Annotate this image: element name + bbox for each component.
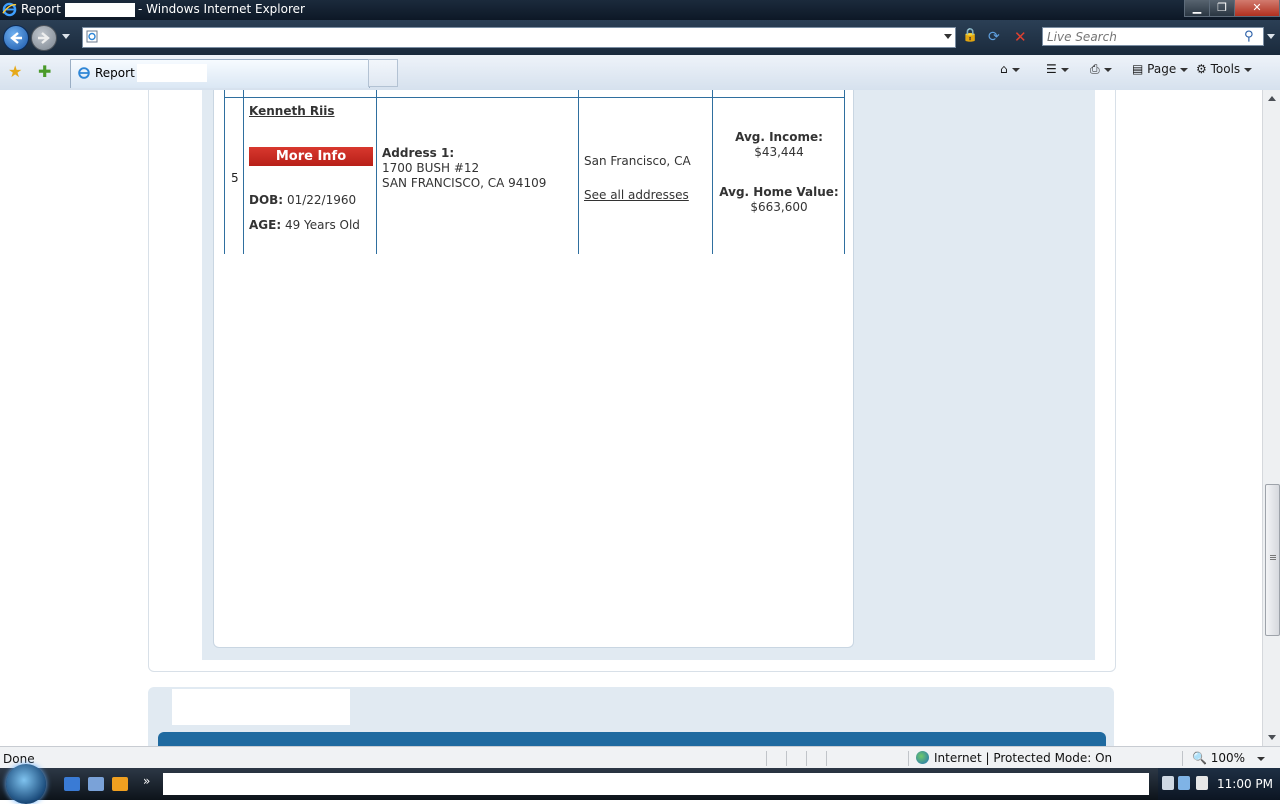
status-divider	[786, 751, 787, 766]
window-title-suffix: - Windows Internet Explorer	[138, 2, 305, 16]
recent-pages-dropdown[interactable]	[62, 34, 70, 39]
avg-income-value: $43,444	[754, 145, 804, 159]
address-line-2: SAN FRANCISCO, CA 94109	[382, 176, 547, 190]
avg-income-label: Avg. Income:	[735, 130, 823, 144]
back-arrow-icon	[10, 32, 22, 44]
network-icon[interactable]	[1178, 776, 1190, 790]
row-number: 5	[231, 171, 239, 185]
status-divider	[806, 751, 807, 766]
window-title-prefix: Report -	[21, 2, 69, 16]
ie-tab-icon	[78, 67, 90, 79]
search-input[interactable]	[1042, 27, 1264, 46]
status-divider	[766, 751, 767, 766]
print-icon[interactable]: ⎙	[1090, 62, 1112, 77]
search-icon[interactable]: ⚲	[1244, 29, 1254, 44]
start-button[interactable]	[6, 764, 46, 804]
page-menu-label: Page	[1147, 62, 1177, 76]
age-label: AGE:	[249, 218, 282, 232]
table-column-divider	[376, 90, 377, 254]
tab-report[interactable]: Report -	[70, 59, 370, 88]
table-column-divider	[578, 90, 579, 254]
new-tab-button[interactable]	[368, 59, 398, 87]
person-name-link[interactable]: Kenneth Riis	[249, 104, 335, 118]
tools-menu[interactable]: ⚙ Tools	[1196, 62, 1253, 76]
switch-windows-icon[interactable]	[88, 777, 104, 791]
title-bar: Report - - Windows Internet Explorer ▁ ❐…	[0, 0, 1280, 20]
gear-icon: ⚙	[1196, 62, 1207, 76]
scroll-down-arrow-icon[interactable]	[1268, 735, 1276, 740]
page-icon	[86, 30, 98, 43]
table-column-divider	[712, 90, 713, 254]
add-favorites-icon[interactable]: ✚	[38, 62, 51, 81]
refresh-icon[interactable]: ⟳	[988, 29, 1000, 45]
age-value: 49 Years Old	[284, 218, 360, 232]
footer-header-bar	[158, 732, 1106, 746]
vertical-scrollbar[interactable]	[1262, 90, 1280, 746]
zoom-control[interactable]: 🔍 100%	[1192, 751, 1266, 765]
tools-menu-label: Tools	[1210, 62, 1241, 76]
magnifier-icon: 🔍	[1192, 751, 1207, 765]
tray-device-icon[interactable]	[1162, 776, 1174, 790]
taskbar-buttons-redacted	[163, 773, 1149, 795]
stop-icon[interactable]: ✕	[1014, 28, 1027, 46]
dob-label: DOB:	[249, 193, 284, 207]
favorites-star-icon[interactable]: ★	[8, 62, 22, 81]
avg-home-value: $663,600	[750, 200, 808, 214]
scroll-up-arrow-icon[interactable]	[1268, 96, 1276, 101]
zoom-level: 100%	[1210, 751, 1246, 765]
security-zone[interactable]: Internet | Protected Mode: On	[916, 751, 1112, 765]
status-divider	[908, 751, 909, 766]
close-button[interactable]: ✕	[1234, 0, 1280, 17]
address-line-1: 1700 BUSH #12	[382, 161, 480, 175]
home-icon[interactable]: ⌂	[1000, 62, 1020, 76]
ie-logo-icon	[2, 2, 17, 17]
dob-field: DOB: 01/22/1960	[249, 193, 356, 207]
page-menu[interactable]: ▤ Page	[1132, 62, 1189, 76]
city-state: San Francisco, CA	[584, 154, 691, 168]
tab-label: Report -	[95, 66, 143, 80]
back-button[interactable]	[3, 25, 29, 51]
search-options-dropdown[interactable]	[1267, 34, 1275, 39]
address-dropdown[interactable]	[944, 34, 952, 39]
address-input[interactable]	[82, 27, 956, 48]
more-info-button[interactable]: More Info	[249, 147, 373, 166]
lock-icon[interactable]: 🔒	[962, 28, 978, 44]
grip-icon	[1270, 555, 1276, 556]
volume-icon[interactable]	[1196, 776, 1208, 790]
forward-button[interactable]	[31, 25, 57, 51]
table-row-divider	[225, 97, 844, 98]
age-field: AGE: 49 Years Old	[249, 218, 360, 232]
forward-arrow-icon	[38, 32, 50, 44]
avg-home-value-label: Avg. Home Value:	[719, 185, 839, 199]
table-column-divider	[243, 90, 244, 254]
address-label: Address 1:	[382, 146, 455, 160]
minimize-button[interactable]: ▁	[1184, 0, 1210, 17]
redacted-footer-box	[172, 689, 350, 725]
status-bar: Done Internet | Protected Mode: On 🔍 100…	[0, 746, 1280, 769]
status-divider	[1182, 751, 1183, 766]
dob-value: 01/22/1960	[286, 193, 357, 207]
taskbar: » 11:00 PM	[0, 764, 1280, 804]
quicklaunch-more-icon[interactable]: »	[143, 774, 150, 788]
scroll-thumb[interactable]	[1265, 484, 1280, 636]
see-all-addresses-link[interactable]: See all addresses	[584, 188, 689, 202]
maximize-button[interactable]: ❐	[1209, 0, 1235, 17]
media-player-icon[interactable]	[112, 777, 128, 791]
show-desktop-icon[interactable]	[64, 777, 80, 791]
feeds-icon[interactable]: ☰	[1046, 62, 1069, 76]
clock[interactable]: 11:00 PM	[1217, 777, 1273, 791]
redacted-tab-title	[137, 64, 207, 82]
redacted-title	[65, 3, 135, 17]
security-zone-label: Internet | Protected Mode: On	[934, 751, 1113, 765]
status-divider	[826, 751, 827, 766]
page-content: 5 Kenneth Riis More Info DOB: 01/22/1960…	[0, 90, 1262, 746]
results-table: 5 Kenneth Riis More Info DOB: 01/22/1960…	[224, 90, 845, 254]
page-icon: ▤	[1132, 62, 1144, 76]
globe-icon	[916, 751, 929, 764]
